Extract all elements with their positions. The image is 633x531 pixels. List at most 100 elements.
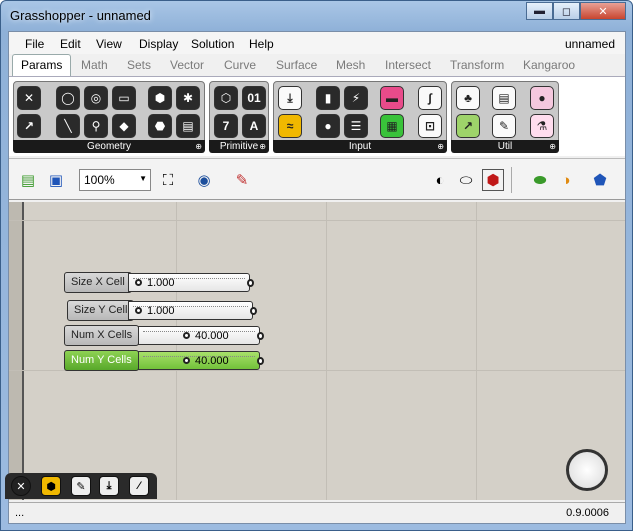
zoom-extents-icon[interactable]: ⛶ (157, 169, 179, 191)
bake-icon[interactable]: ⬬ (529, 169, 551, 191)
slider-knob[interactable] (183, 332, 190, 339)
eye-icon[interactable]: ◉ (193, 169, 215, 191)
group-label-geometry[interactable]: Geometry ⊕ (13, 140, 205, 153)
menu-solution[interactable]: Solution (191, 37, 234, 51)
integer-param-icon[interactable]: 01 (242, 86, 266, 110)
curve-param-icon[interactable]: ◎ (84, 86, 108, 110)
client-area: File Edit View Display Solution Help unn… (8, 31, 626, 524)
output-grip-icon[interactable] (250, 307, 257, 315)
expand-icon[interactable]: ⊕ (259, 140, 266, 153)
brep-param-icon[interactable]: ⬣ (148, 114, 172, 138)
grasshopper-canvas[interactable]: Size X Cell 1.000 Size Y Cell 1.000 Num … (9, 202, 625, 500)
slider-label: Size Y Cell (67, 300, 135, 321)
preview-wire-icon[interactable]: ◐ (429, 169, 451, 191)
group-label-primitive[interactable]: Primitive ⊕ (209, 140, 269, 153)
display-mode-icon[interactable]: ⬟ (589, 169, 611, 191)
panel-icon[interactable]: ⊡ (418, 114, 442, 138)
expand-icon[interactable]: ⊕ (549, 140, 556, 153)
expand-icon[interactable]: ⊕ (437, 140, 444, 153)
tab-curve[interactable]: Curve (224, 58, 256, 72)
tab-sets[interactable]: Sets (127, 58, 151, 72)
data-tree-icon[interactable]: ♣ (456, 86, 480, 110)
number-slider-selected[interactable]: Num Y Cells 40.000 (64, 350, 264, 372)
hint-widget-icon[interactable]: ⁄ (129, 476, 149, 496)
gradient-icon[interactable]: ▦ (380, 114, 404, 138)
color-sphere-icon[interactable]: ◑ (555, 169, 577, 191)
point-param-icon[interactable]: ✕ (17, 86, 41, 110)
number-slider[interactable]: Size Y Cell 1.000 (67, 300, 257, 322)
output-grip-icon[interactable] (247, 279, 254, 287)
menu-display[interactable]: Display (139, 37, 178, 51)
tab-math[interactable]: Math (81, 58, 108, 72)
tab-intersect[interactable]: Intersect (385, 58, 431, 72)
color-swatch-icon[interactable]: ▬ (380, 86, 404, 110)
menu-file[interactable]: File (25, 37, 44, 51)
close-widget-icon[interactable]: ✕ (11, 476, 31, 496)
tab-vector[interactable]: Vector (170, 58, 204, 72)
expand-icon[interactable]: ⊕ (195, 140, 202, 153)
control-knob-icon[interactable]: ∫ (418, 86, 442, 110)
preview-shaded-icon[interactable]: ⬭ (455, 169, 477, 191)
tab-surface[interactable]: Surface (276, 58, 317, 72)
slider-icon[interactable]: ▮ (316, 86, 340, 110)
save-file-icon[interactable]: ▣ (45, 169, 67, 191)
sketch-pen-icon[interactable]: ✎ (231, 169, 253, 191)
zoom-dropdown[interactable]: 100% ▼ (79, 169, 151, 191)
value-list-icon[interactable]: ☰ (344, 114, 368, 138)
group-label-util[interactable]: Util ⊕ (451, 140, 559, 153)
boolean-toggle-icon[interactable]: ⚡ (344, 86, 368, 110)
component-ribbon: ✕ ↗ ◯ ╲ ◎ ⚲ ▭ ◆ ⬢ ⬣ ✱ ▤ Geometry ⊕ ⬡ 01 7… (9, 76, 625, 156)
slider-label: Num Y Cells (64, 350, 139, 371)
import-icon[interactable]: ⤓ (278, 86, 302, 110)
pen-widget-icon[interactable]: ✎ (71, 476, 91, 496)
surface-param-icon[interactable]: ◆ (112, 114, 136, 138)
vector-param-icon[interactable]: ↗ (17, 114, 41, 138)
number-slider[interactable]: Size X Cell 1.000 (64, 272, 254, 294)
cluster-widget-icon[interactable]: ⬢ (41, 476, 61, 496)
minimize-button[interactable]: ▬ (526, 2, 553, 20)
abc-icon[interactable]: ✎ (492, 114, 516, 138)
graph-mapper-icon[interactable]: ≈ (278, 114, 302, 138)
slider-knob[interactable] (135, 279, 142, 286)
rectangle-param-icon[interactable]: ▭ (112, 86, 136, 110)
knob-icon[interactable]: ● (316, 114, 340, 138)
flask-icon[interactable]: ⚗ (530, 114, 554, 138)
slider-label: Num X Cells (64, 325, 140, 346)
text-param-icon[interactable]: A (242, 114, 266, 138)
plane-param-icon[interactable]: ⚲ (84, 114, 108, 138)
number-slider[interactable]: Num X Cells 40.000 (64, 325, 264, 347)
slider-knob[interactable] (135, 307, 142, 314)
open-file-icon[interactable]: ▤ (17, 169, 39, 191)
menu-help[interactable]: Help (249, 37, 274, 51)
output-grip-icon[interactable] (257, 332, 264, 340)
close-button[interactable]: ✕ (580, 2, 626, 20)
slider-track[interactable]: 40.000 (138, 326, 264, 345)
cluster-icon[interactable]: ● (530, 86, 554, 110)
number-param-icon[interactable]: 7 (214, 114, 238, 138)
slider-track[interactable]: 1.000 (128, 273, 254, 292)
slider-track[interactable]: 40.000 (138, 351, 264, 370)
tab-kangaroo[interactable]: Kangaroo (523, 58, 575, 72)
app-window: Grasshopper - unnamed ▬ ◻ ✕ File Edit Vi… (0, 0, 633, 531)
scribble-icon[interactable]: ▤ (492, 86, 516, 110)
tab-mesh[interactable]: Mesh (336, 58, 365, 72)
slider-knob[interactable] (183, 357, 190, 364)
navigation-compass-icon[interactable] (566, 449, 608, 491)
preview-selected-icon[interactable]: ⬢ (482, 169, 504, 191)
circle-param-icon[interactable]: ◯ (56, 86, 80, 110)
boolean-param-icon[interactable]: ⬡ (214, 86, 238, 110)
line-param-icon[interactable]: ╲ (56, 114, 80, 138)
tab-transform[interactable]: Transform (450, 58, 504, 72)
output-grip-icon[interactable] (257, 357, 264, 365)
maximize-button[interactable]: ◻ (553, 2, 580, 20)
group-label-input[interactable]: Input ⊕ (273, 140, 447, 153)
mesh-param-icon[interactable]: ✱ (176, 86, 200, 110)
box-param-icon[interactable]: ⬢ (148, 86, 172, 110)
menu-view[interactable]: View (96, 37, 122, 51)
slider-track[interactable]: 1.000 (128, 301, 257, 320)
import-widget-icon[interactable]: ⤓ (99, 476, 119, 496)
tab-params[interactable]: Params (12, 54, 72, 76)
field-param-icon[interactable]: ▤ (176, 114, 200, 138)
menu-edit[interactable]: Edit (60, 37, 81, 51)
data-recorder-icon[interactable]: ↗ (456, 114, 480, 138)
